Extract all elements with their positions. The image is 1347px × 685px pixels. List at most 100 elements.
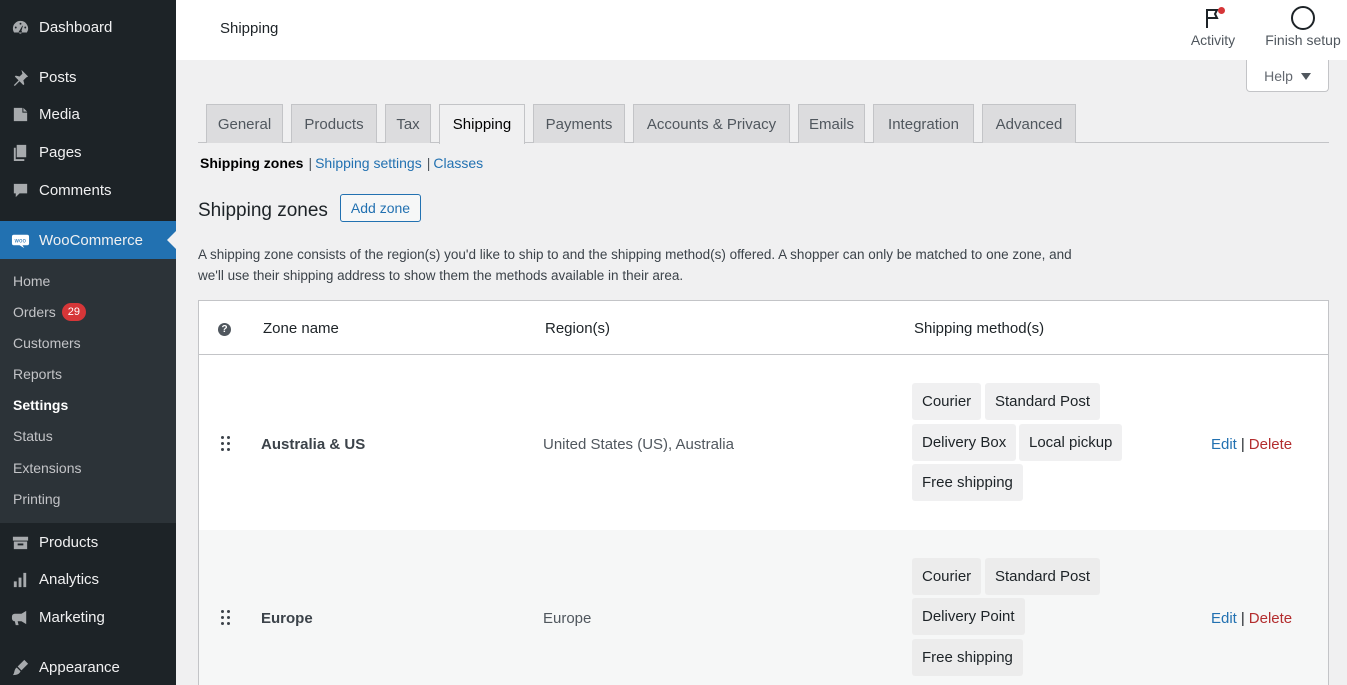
pin-icon bbox=[10, 67, 30, 87]
menu-label: Products bbox=[39, 533, 99, 551]
submenu-label: Status bbox=[13, 428, 53, 444]
menu-dashboard[interactable]: Dashboard bbox=[0, 10, 176, 44]
submenu-customers[interactable]: Customers bbox=[13, 333, 81, 353]
submenu-label: Reports bbox=[13, 366, 63, 382]
svg-text:woo: woo bbox=[14, 238, 26, 244]
finish-setup-label: Finish setup bbox=[1265, 32, 1341, 48]
tab-label: Accounts & Privacy bbox=[646, 115, 777, 133]
method-chip: Courier bbox=[912, 383, 982, 420]
activity-button[interactable]: Activity bbox=[1182, 4, 1244, 56]
submenu-label: Orders bbox=[13, 304, 56, 320]
action-separator: | bbox=[1240, 436, 1245, 453]
submenu-printing[interactable]: Printing bbox=[13, 489, 60, 509]
zone-name[interactable]: Australia & US bbox=[261, 436, 365, 453]
help-button[interactable]: Help bbox=[1246, 60, 1329, 92]
menu-label: Marketing bbox=[39, 608, 105, 626]
orders-count-badge: 29 bbox=[61, 303, 87, 321]
tab-products[interactable]: Products bbox=[291, 104, 377, 143]
shipping-subnav: Shipping zones | Shipping settings | Cla… bbox=[200, 154, 483, 172]
header-regions: Region(s) bbox=[545, 320, 611, 337]
submenu-label: Home bbox=[13, 273, 51, 289]
brush-icon bbox=[10, 657, 30, 677]
help-tip-icon[interactable]: ? bbox=[218, 323, 231, 336]
drag-handle-icon[interactable] bbox=[220, 610, 232, 628]
subnav-shipping-settings[interactable]: Shipping settings bbox=[315, 155, 422, 171]
tab-general[interactable]: General bbox=[206, 104, 283, 143]
header-zone-name: Zone name bbox=[263, 320, 339, 337]
method-chip: Standard Post bbox=[985, 558, 1101, 595]
subnav-separator: | bbox=[426, 155, 431, 171]
tab-shipping[interactable]: Shipping bbox=[439, 104, 525, 144]
edit-link[interactable]: Edit bbox=[1211, 610, 1237, 627]
subnav-classes[interactable]: Classes bbox=[433, 155, 483, 171]
tab-tax[interactable]: Tax bbox=[385, 104, 431, 143]
menu-products[interactable]: Products bbox=[0, 525, 176, 559]
woo-icon: woo bbox=[10, 230, 30, 250]
activity-label: Activity bbox=[1190, 32, 1236, 48]
method-chip: Free shipping bbox=[912, 639, 1023, 676]
page-title: Shipping bbox=[220, 20, 279, 37]
menu-appearance[interactable]: Appearance bbox=[0, 650, 176, 684]
shipping-zones-table: ? Zone name Region(s) Shipping method(s)… bbox=[198, 300, 1329, 685]
submenu-orders[interactable]: Orders 29 bbox=[13, 302, 87, 322]
pages-icon bbox=[10, 142, 30, 162]
submenu-home[interactable]: Home bbox=[13, 271, 50, 291]
media-icon bbox=[10, 104, 30, 124]
add-zone-button[interactable]: Add zone bbox=[340, 194, 421, 222]
submenu-reports[interactable]: Reports bbox=[13, 364, 62, 384]
megaphone-icon bbox=[10, 607, 30, 627]
submenu-status[interactable]: Status bbox=[13, 426, 53, 446]
table-row: Australia & US United States (US), Austr… bbox=[199, 356, 1328, 530]
woocommerce-submenu: Home Orders 29 Customers Reports Settings… bbox=[0, 259, 176, 523]
zone-regions: United States (US), Australia bbox=[543, 436, 734, 453]
menu-label: Dashboard bbox=[39, 18, 113, 36]
menu-label: Comments bbox=[39, 181, 112, 199]
tab-label: Tax bbox=[396, 115, 420, 133]
bar-chart-icon bbox=[10, 569, 30, 589]
menu-analytics[interactable]: Analytics bbox=[0, 562, 176, 596]
table-row: Europe Europe Courier Standard Post Deli… bbox=[199, 530, 1328, 685]
drag-handle-icon[interactable] bbox=[220, 436, 232, 454]
tab-label: Emails bbox=[808, 115, 854, 133]
menu-comments[interactable]: Comments bbox=[0, 173, 176, 207]
menu-label: Posts bbox=[39, 68, 77, 86]
admin-sidebar: Dashboard Posts Media Pages Comments woo… bbox=[0, 0, 176, 685]
menu-label: Pages bbox=[39, 143, 82, 161]
menu-media[interactable]: Media bbox=[0, 97, 176, 131]
edit-link[interactable]: Edit bbox=[1211, 436, 1237, 453]
comments-icon bbox=[10, 180, 30, 200]
delete-link[interactable]: Delete bbox=[1249, 610, 1292, 627]
subnav-shipping-zones[interactable]: Shipping zones bbox=[200, 155, 303, 171]
finish-setup-button[interactable]: Finish setup bbox=[1258, 4, 1347, 56]
caret-down-icon bbox=[1300, 68, 1311, 84]
submenu-label: Settings bbox=[13, 397, 69, 413]
submenu-settings[interactable]: Settings bbox=[13, 395, 68, 415]
current-menu-arrow bbox=[167, 231, 176, 249]
tab-label: Products bbox=[304, 115, 364, 133]
tab-accounts-privacy[interactable]: Accounts & Privacy bbox=[633, 104, 790, 143]
menu-label: WooCommerce bbox=[39, 231, 143, 249]
tab-label: General bbox=[217, 115, 272, 133]
activity-notification-dot bbox=[1218, 7, 1225, 14]
menu-pages[interactable]: Pages bbox=[0, 135, 176, 169]
method-chip: Free shipping bbox=[912, 464, 1023, 501]
delete-link[interactable]: Delete bbox=[1249, 436, 1292, 453]
progress-circle-icon bbox=[1290, 4, 1316, 32]
row-actions: Edit | Delete bbox=[1211, 436, 1292, 453]
method-chip: Delivery Box bbox=[912, 424, 1017, 461]
menu-woocommerce[interactable]: woo WooCommerce bbox=[0, 221, 176, 259]
method-chip: Standard Post bbox=[985, 383, 1101, 420]
method-chip: Local pickup bbox=[1019, 424, 1123, 461]
tab-payments[interactable]: Payments bbox=[533, 104, 625, 143]
method-chip: Courier bbox=[912, 558, 982, 595]
menu-posts[interactable]: Posts bbox=[0, 60, 176, 94]
tab-emails[interactable]: Emails bbox=[798, 104, 865, 143]
tab-label: Shipping bbox=[452, 116, 512, 133]
submenu-extensions[interactable]: Extensions bbox=[13, 458, 81, 478]
tab-integration[interactable]: Integration bbox=[873, 104, 974, 143]
menu-marketing[interactable]: Marketing bbox=[0, 600, 176, 634]
zone-regions: Europe bbox=[543, 610, 592, 627]
zone-name[interactable]: Europe bbox=[261, 610, 313, 627]
tab-advanced[interactable]: Advanced bbox=[982, 104, 1076, 143]
menu-label: Analytics bbox=[39, 570, 100, 588]
